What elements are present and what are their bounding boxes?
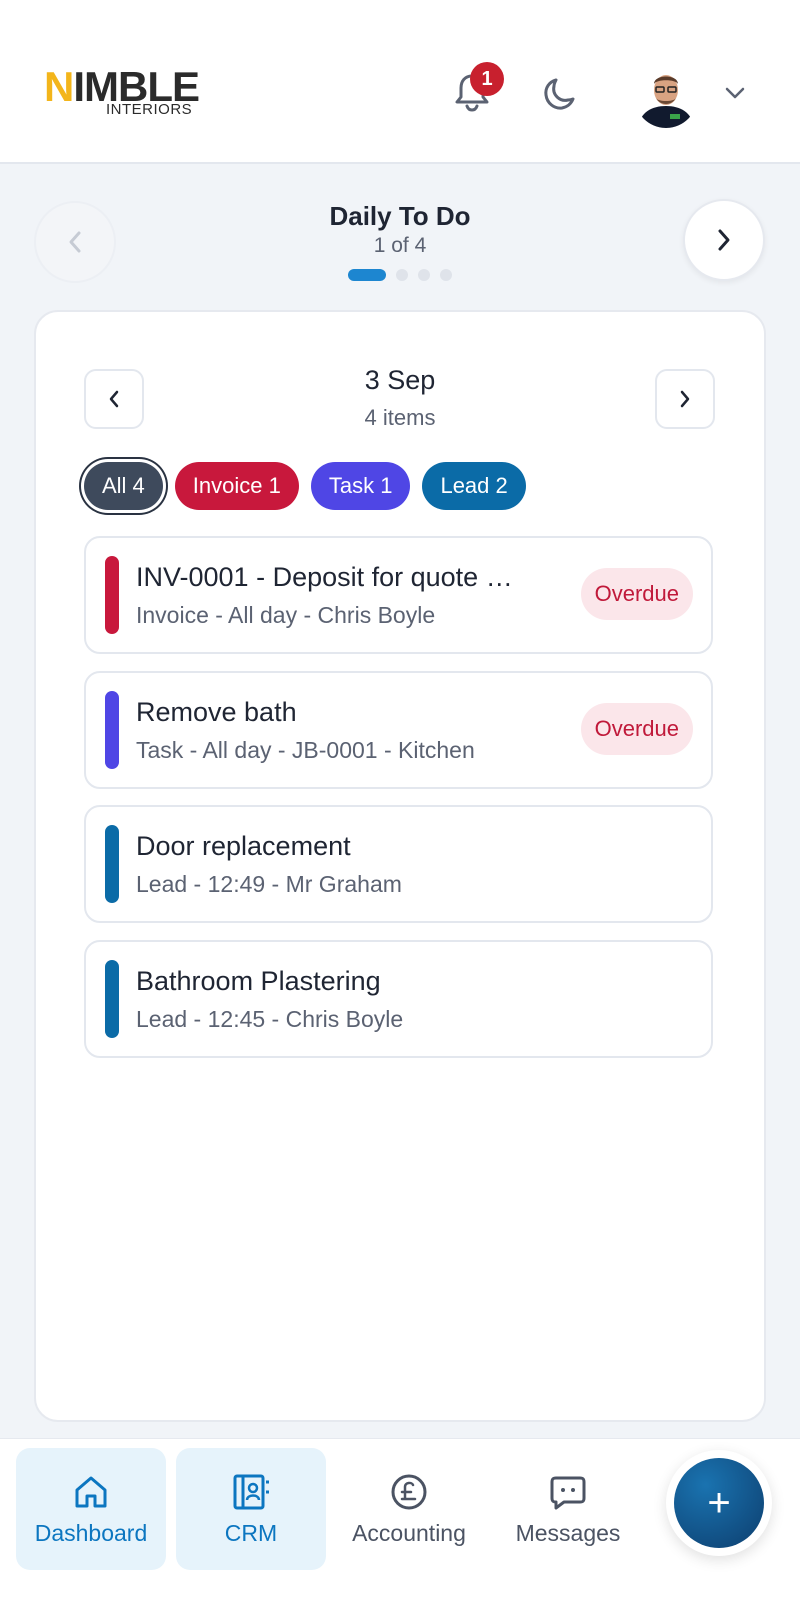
app-header: NIMBLE INTERIORS 1	[0, 0, 800, 164]
nav-crm[interactable]: CRM	[176, 1448, 326, 1570]
add-fab-button[interactable]: +	[666, 1450, 772, 1556]
nav-accounting[interactable]: Accounting	[334, 1448, 484, 1570]
todo-item[interactable]: Bathroom Plastering Lead - 12:45 - Chris…	[84, 940, 713, 1058]
carousel-prev-button[interactable]	[34, 201, 116, 283]
carousel-next-button[interactable]	[683, 199, 765, 281]
message-icon	[550, 1476, 586, 1509]
day-item-count: 4 items	[364, 405, 436, 430]
day-date: 3 Sep	[364, 365, 436, 395]
status-badge: Overdue	[580, 703, 693, 755]
contacts-icon	[233, 1474, 269, 1509]
item-title: Remove bath	[136, 697, 297, 727]
filter-chip-invoice[interactable]: Invoice 1	[174, 462, 299, 510]
filter-chip-all[interactable]: All 4	[84, 462, 163, 510]
avatar[interactable]	[634, 62, 698, 128]
carousel-dot[interactable]	[348, 269, 386, 281]
section-title: Daily To Do	[329, 201, 471, 231]
filter-chips: All 4 Invoice 1 Task 1 Lead 2	[82, 462, 526, 510]
item-title: INV-0001 - Deposit for quote …	[136, 562, 513, 592]
carousel-dot[interactable]	[418, 269, 430, 281]
item-title: Door replacement	[136, 831, 351, 861]
moon-icon[interactable]	[542, 76, 578, 112]
item-title: Bathroom Plastering	[136, 966, 381, 996]
item-type-bar	[105, 556, 119, 634]
chevron-right-icon	[680, 390, 690, 408]
nav-label: Accounting	[352, 1519, 466, 1546]
todo-item[interactable]: INV-0001 - Deposit for quote … Invoice -…	[84, 536, 713, 654]
item-meta: Lead - 12:49 - Mr Graham	[136, 871, 402, 897]
item-meta: Invoice - All day - Chris Boyle	[136, 602, 436, 628]
item-meta: Lead - 12:45 - Chris Boyle	[136, 1006, 404, 1032]
nav-label: CRM	[224, 1519, 278, 1546]
chevron-left-icon	[69, 231, 81, 253]
logo-subtitle: INTERIORS	[106, 101, 193, 118]
todo-item[interactable]: Remove bath Task - All day - JB-0001 - K…	[84, 671, 713, 789]
filter-chip-lead[interactable]: Lead 2	[422, 462, 526, 510]
section-counter: 1 of 4	[373, 234, 427, 257]
chevron-down-icon[interactable]	[724, 84, 746, 102]
chevron-right-icon	[718, 229, 730, 251]
todo-item[interactable]: Door replacement Lead - 12:49 - Mr Graha…	[84, 805, 713, 923]
pound-icon	[391, 1474, 427, 1509]
item-type-bar	[105, 691, 119, 769]
carousel-dot[interactable]	[396, 269, 408, 281]
nav-messages[interactable]: Messages	[493, 1448, 643, 1570]
notification-badge: 1	[470, 62, 504, 96]
filter-chip-task[interactable]: Task 1	[310, 462, 411, 510]
nav-label: Messages	[515, 1519, 621, 1546]
chevron-left-icon	[109, 390, 119, 408]
carousel-dot[interactable]	[440, 269, 452, 281]
item-type-bar	[105, 960, 119, 1038]
plus-icon: +	[674, 1458, 764, 1548]
nav-dashboard[interactable]: Dashboard	[16, 1448, 166, 1570]
nimble-logo[interactable]: NIMBLE INTERIORS	[44, 66, 234, 126]
carousel-dots	[348, 269, 452, 281]
prev-day-button[interactable]	[84, 369, 144, 429]
item-meta: Task - All day - JB-0001 - Kitchen	[136, 737, 475, 763]
status-badge: Overdue	[580, 568, 693, 620]
item-type-bar	[105, 825, 119, 903]
next-day-button[interactable]	[655, 369, 715, 429]
home-icon	[75, 1476, 107, 1507]
nav-label: Dashboard	[34, 1519, 148, 1546]
